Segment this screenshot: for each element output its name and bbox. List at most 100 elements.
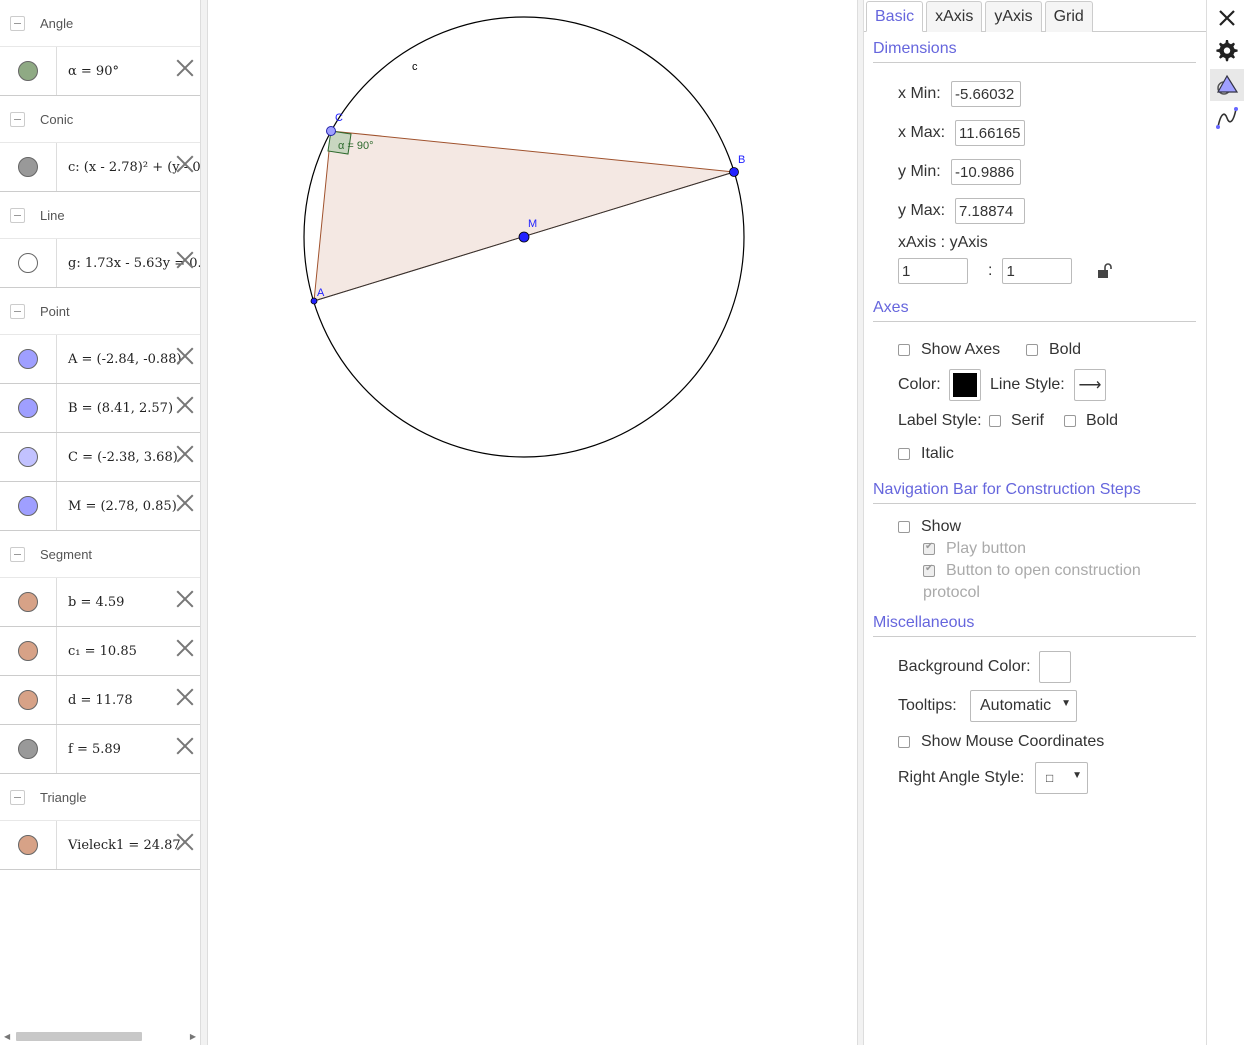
collapse-icon[interactable] xyxy=(10,15,25,31)
settings-button[interactable] xyxy=(1210,35,1244,67)
visibility-toggle[interactable] xyxy=(0,627,57,675)
visibility-toggle[interactable] xyxy=(0,578,57,626)
xmax-input[interactable]: 11.66165 xyxy=(955,120,1025,146)
collapse-icon[interactable] xyxy=(10,789,25,805)
line-style-button[interactable]: ⟶ xyxy=(1074,369,1106,401)
algebra-item[interactable]: d = 11.78 xyxy=(0,676,200,725)
scroll-left-icon[interactable]: ◀ xyxy=(4,1032,10,1041)
nav-show-checkbox[interactable] xyxy=(898,521,910,533)
collapse-icon[interactable] xyxy=(10,303,25,319)
algebra-item-value[interactable]: c: (x - 2.78)² + (y - 0.85)² xyxy=(57,143,200,191)
background-color-button[interactable] xyxy=(1039,651,1071,683)
algebra-item[interactable]: B = (8.41, 2.57) xyxy=(0,384,200,433)
delete-icon[interactable] xyxy=(176,445,194,463)
algebra-item-value[interactable]: α = 90° xyxy=(57,47,200,95)
collapse-icon[interactable] xyxy=(10,207,25,223)
visibility-toggle[interactable] xyxy=(0,433,57,481)
graphics-view[interactable]: c A B C M α = 90° xyxy=(208,0,857,1045)
graphics-canvas[interactable]: c A B C M α = 90° xyxy=(208,0,857,1045)
algebra-item[interactable]: b = 4.59 xyxy=(0,578,200,627)
visibility-toggle[interactable] xyxy=(0,384,57,432)
algebra-item-value[interactable]: f = 5.89 xyxy=(57,725,200,773)
ymax-input[interactable]: 7.18874 xyxy=(955,198,1025,224)
algebra-item[interactable]: C = (-2.38, 3.68) xyxy=(0,433,200,482)
visibility-toggle[interactable] xyxy=(0,239,57,287)
tab-basic[interactable]: Basic xyxy=(866,1,924,32)
algebra-group-header[interactable]: Conic xyxy=(0,96,200,143)
algebra-item[interactable]: M = (2.78, 0.85) xyxy=(0,482,200,531)
algebra-item[interactable]: c₁ = 10.85 xyxy=(0,627,200,676)
triangle-polygon[interactable] xyxy=(313,130,735,302)
algebra-style-button[interactable] xyxy=(1210,102,1244,134)
ratio-x-input[interactable]: 1 xyxy=(898,258,968,284)
delete-icon[interactable] xyxy=(176,737,194,755)
visibility-toggle[interactable] xyxy=(0,821,57,869)
collapse-icon[interactable] xyxy=(10,111,25,127)
label-bold-checkbox[interactable] xyxy=(1064,415,1076,427)
algebra-item-value[interactable]: d = 11.78 xyxy=(57,676,200,724)
algebra-item-value[interactable]: C = (-2.38, 3.68) xyxy=(57,433,200,481)
delete-icon[interactable] xyxy=(176,590,194,608)
close-button[interactable] xyxy=(1210,2,1244,34)
visibility-toggle[interactable] xyxy=(0,335,57,383)
visibility-toggle[interactable] xyxy=(0,482,57,530)
algebra-item[interactable]: g: 1.73x - 5.63y = 0.04 xyxy=(0,239,200,288)
view-splitter-right[interactable] xyxy=(857,0,864,1045)
algebra-item-value[interactable]: A = (-2.84, -0.88) xyxy=(57,335,200,383)
delete-icon[interactable] xyxy=(176,688,194,706)
delete-icon[interactable] xyxy=(176,494,194,512)
point-b[interactable] xyxy=(729,167,739,177)
tab-yaxis[interactable]: yAxis xyxy=(985,1,1042,32)
algebra-item-value[interactable]: Vieleck1 = 24.87 xyxy=(57,821,200,869)
delete-icon[interactable] xyxy=(176,347,194,365)
show-axes-checkbox[interactable] xyxy=(898,344,910,356)
delete-icon[interactable] xyxy=(176,59,194,77)
algebra-group-header[interactable]: Line xyxy=(0,192,200,239)
scroll-right-icon[interactable]: ▶ xyxy=(190,1032,196,1041)
visibility-toggle[interactable] xyxy=(0,47,57,95)
algebra-item[interactable]: f = 5.89 xyxy=(0,725,200,774)
delete-icon[interactable] xyxy=(176,251,194,269)
ymin-input[interactable]: -10.9886 xyxy=(951,159,1021,185)
algebra-group-header[interactable]: Triangle xyxy=(0,774,200,821)
algebra-item[interactable]: A = (-2.84, -0.88) xyxy=(0,335,200,384)
ratio-y-input[interactable]: 1 xyxy=(1002,258,1073,284)
delete-icon[interactable] xyxy=(176,833,194,851)
tooltips-select[interactable]: Automatic ▼ xyxy=(970,690,1077,722)
visibility-toggle[interactable] xyxy=(0,676,57,724)
italic-checkbox[interactable] xyxy=(898,448,910,460)
serif-checkbox[interactable] xyxy=(989,415,1001,427)
delete-icon[interactable] xyxy=(176,155,194,173)
algebra-group-header[interactable]: Segment xyxy=(0,531,200,578)
point-m[interactable] xyxy=(518,231,530,243)
axis-color-button[interactable] xyxy=(949,369,981,401)
algebra-item-text: M = (2.78, 0.85) xyxy=(68,498,177,514)
algebra-item[interactable]: Vieleck1 = 24.87 xyxy=(0,821,200,870)
algebra-item-value[interactable]: c₁ = 10.85 xyxy=(57,627,200,675)
scrollbar-thumb[interactable] xyxy=(16,1032,142,1041)
tab-grid[interactable]: Grid xyxy=(1044,1,1093,32)
visibility-toggle[interactable] xyxy=(0,143,57,191)
algebra-item[interactable]: c: (x - 2.78)² + (y - 0.85)² xyxy=(0,143,200,192)
xmin-input[interactable]: -5.66032 xyxy=(951,81,1021,107)
horizontal-scrollbar[interactable]: ◀ ▶ xyxy=(4,1030,196,1042)
algebra-item-value[interactable]: M = (2.78, 0.85) xyxy=(57,482,200,530)
visibility-toggle[interactable] xyxy=(0,725,57,773)
point-c[interactable] xyxy=(326,126,336,136)
algebra-group-header[interactable]: Point xyxy=(0,288,200,335)
bold-checkbox[interactable] xyxy=(1026,344,1038,356)
algebra-item-value[interactable]: g: 1.73x - 5.63y = 0.04 xyxy=(57,239,200,287)
algebra-group-header[interactable]: Angle xyxy=(0,0,200,47)
algebra-item[interactable]: α = 90° xyxy=(0,47,200,96)
collapse-icon[interactable] xyxy=(10,546,25,562)
delete-icon[interactable] xyxy=(176,396,194,414)
mouse-coords-checkbox[interactable] xyxy=(898,736,910,748)
delete-icon[interactable] xyxy=(176,639,194,657)
algebra-item-value[interactable]: B = (8.41, 2.57) xyxy=(57,384,200,432)
algebra-item-value[interactable]: b = 4.59 xyxy=(57,578,200,626)
right-angle-select[interactable]: □ ▼ xyxy=(1035,762,1088,794)
tab-xaxis[interactable]: xAxis xyxy=(926,1,983,32)
unlock-icon[interactable] xyxy=(1096,263,1113,279)
view-splitter[interactable] xyxy=(201,0,208,1045)
graphics-style-button[interactable] xyxy=(1210,69,1244,101)
